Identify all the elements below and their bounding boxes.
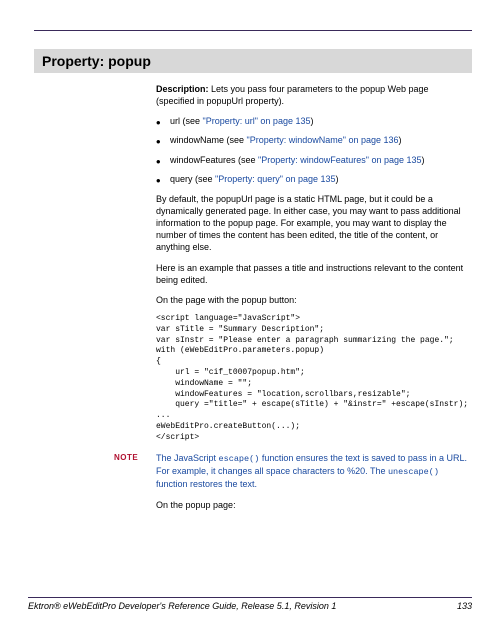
- top-rule: [34, 30, 472, 31]
- code-block-1: <script language="JavaScript"> var sTitl…: [156, 314, 468, 444]
- xref-windowfeatures[interactable]: "Property: windowFeatures" on page 135: [258, 155, 422, 165]
- para-popup-page: On the popup page:: [156, 499, 468, 511]
- list-item: url (see "Property: url" on page 135): [156, 115, 468, 127]
- list-item: windowFeatures (see "Property: windowFea…: [156, 154, 468, 166]
- list-item: query (see "Property: query" on page 135…: [156, 173, 468, 185]
- page-footer: Ektron® eWebEditPro Developer's Referenc…: [28, 597, 472, 611]
- code-unescape: unescape(): [388, 467, 439, 477]
- parameter-bullets: url (see "Property: url" on page 135) wi…: [156, 115, 468, 185]
- note-label: NOTE: [114, 452, 156, 462]
- para-default: By default, the popupUrl page is a stati…: [156, 193, 468, 254]
- list-item: windowName (see "Property: windowName" o…: [156, 134, 468, 146]
- note-row: NOTE The JavaScript escape() function en…: [114, 452, 468, 491]
- xref-url[interactable]: "Property: url" on page 135: [203, 116, 311, 126]
- note-body: The JavaScript escape() function ensures…: [156, 452, 468, 491]
- section-title-bar: Property: popup: [34, 49, 472, 73]
- footer-text: Ektron® eWebEditPro Developer's Referenc…: [28, 601, 336, 611]
- xref-query[interactable]: "Property: query" on page 135: [215, 174, 335, 184]
- para-button-page: On the page with the popup button:: [156, 294, 468, 306]
- description-para: Description: Lets you pass four paramete…: [156, 83, 468, 107]
- para-example-intro: Here is an example that passes a title a…: [156, 262, 468, 286]
- page-number: 133: [457, 601, 472, 611]
- body-column: Description: Lets you pass four paramete…: [156, 83, 468, 444]
- body-column-2: On the popup page:: [156, 499, 468, 511]
- footer-rule: [28, 597, 472, 598]
- code-escape: escape(): [219, 454, 260, 464]
- section-title: Property: popup: [42, 53, 464, 69]
- description-label: Description:: [156, 84, 209, 94]
- xref-windowname[interactable]: "Property: windowName" on page 136: [247, 135, 399, 145]
